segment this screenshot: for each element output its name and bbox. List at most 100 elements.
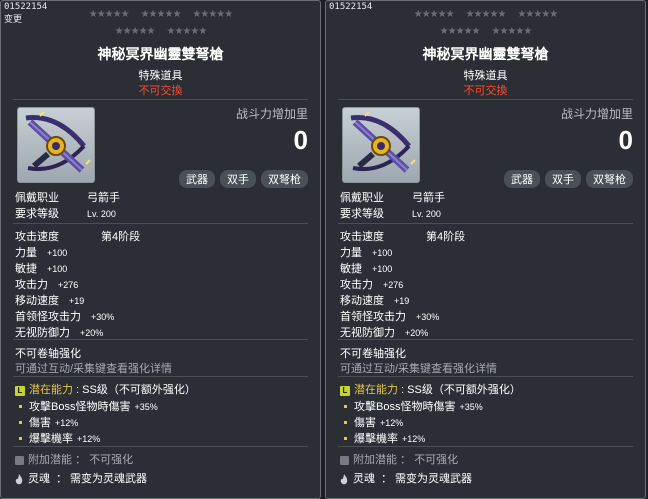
required-job-value: 弓箭手 (87, 192, 120, 204)
stat-label: 攻击力 (15, 279, 48, 291)
power-increase-label: 战斗力增加里 (560, 107, 633, 121)
item-name: 神秘冥界幽靈雙弩槍 (97, 46, 224, 62)
potential-grade: SS级（不可额外强化） (82, 384, 196, 396)
potential-bullet-icon (19, 420, 22, 424)
potential-line-value: +12% (55, 418, 79, 428)
divider (338, 99, 633, 100)
stat-value: +100 (47, 264, 68, 274)
stat-value: +20% (80, 328, 104, 338)
extra-potential-text: 附加潜能 ： 不可强化 (353, 454, 459, 466)
stat-value: +100 (372, 264, 393, 274)
stat-row: 攻击力 +276 (340, 276, 403, 292)
stat-value: +19 (69, 296, 85, 306)
stat-value: +100 (372, 248, 393, 258)
extra-potential: 附加潜能 ： 不可强化 (340, 451, 458, 467)
required-level-value: Lv. 200 (412, 209, 441, 219)
potential-line: 攻擊Boss怪物時傷害 +35% (15, 398, 158, 414)
category-tag: 双弩枪 (261, 170, 308, 188)
trade-status: 不可交換 (463, 85, 508, 97)
attack-speed: 攻击速度 第4阶段 (15, 228, 140, 244)
stat-value: +20% (405, 328, 429, 338)
star-group-icon: ★★★★★ (88, 9, 130, 20)
potential-grade: SS级（不可额外强化） (407, 384, 521, 396)
star-group-icon: ★★★★★ (166, 26, 208, 37)
item-tooltip-right: 01522154 ★★★★★ ★★★★★ ★★★★★ ★★★★★ ★★★★★ 神秘冥界幽靈雙… (325, 0, 646, 499)
divider (13, 339, 308, 340)
stat-row: 无视防御力 +20% (15, 324, 103, 340)
potential-L-icon: L (15, 386, 25, 396)
power-increase-value: 0 (293, 125, 308, 155)
stat-value: +276 (383, 280, 404, 290)
soul-label: 灵魂 (28, 473, 50, 485)
stat-value: +276 (58, 280, 79, 290)
required-job-value: 弓箭手 (412, 192, 445, 204)
category-tag: 武器 (179, 170, 215, 188)
attack-speed-value: 第4阶段 (101, 231, 141, 243)
upgrade-title: 不可卷轴强化 (15, 348, 81, 360)
potential-label: 潜在能力 (29, 384, 73, 396)
soul-value: ： 需变为灵魂武器 (56, 473, 148, 485)
category-tag: 武器 (504, 170, 540, 188)
divider (338, 376, 633, 377)
flame-icon (15, 473, 23, 485)
required-job-label: 佩戴职业 (15, 192, 59, 204)
attack-speed-label: 攻击速度 (15, 231, 59, 243)
trade-status: 不可交換 (138, 85, 183, 97)
potential-separator: : (398, 384, 408, 396)
star-force-row-2: ★★★★★ ★★★★★ (326, 26, 645, 37)
potential-bullet-icon (344, 420, 347, 424)
divider (13, 223, 308, 224)
stat-label: 首领怪攻击力 (15, 311, 81, 323)
stat-label: 敏捷 (15, 263, 37, 275)
potential-line-label: 傷害 (354, 417, 376, 429)
attack-speed-value: 第4阶段 (426, 231, 466, 243)
soul-value: ： 需变为灵魂武器 (381, 473, 473, 485)
required-level-label: 要求等级 (15, 208, 59, 220)
flame-icon (340, 473, 348, 485)
divider (338, 223, 633, 224)
stat-row: 力量 +100 (340, 244, 392, 260)
stat-label: 无视防御力 (340, 327, 395, 339)
potential-line-label: 爆擊機率 (29, 433, 73, 445)
potential-line-value: +12% (77, 434, 101, 444)
potential-label: 潜在能力 (354, 384, 398, 396)
category-tag: 双手 (545, 170, 581, 188)
stat-label: 力量 (15, 247, 37, 259)
potential-L-icon: L (340, 386, 350, 396)
power-increase-label: 战斗力增加里 (235, 107, 308, 121)
stat-row: 首领怪攻击力 +30% (340, 308, 439, 324)
required-job-label: 佩戴职业 (340, 192, 384, 204)
attack-speed: 攻击速度 第4阶段 (340, 228, 465, 244)
item-tooltip-left: 01522154 变更 ★★★★★ ★★★★★ ★★★★★ ★★★★★ ★★★★★ 神秘冥界幽… (0, 0, 321, 499)
potential-line-value: +35% (134, 402, 158, 412)
stat-row: 力量 +100 (15, 244, 67, 260)
potential-line-value: +12% (380, 418, 404, 428)
star-force-row-2: ★★★★★ ★★★★★ (1, 26, 320, 37)
star-group-icon: ★★★★★ (140, 9, 182, 20)
potential-bullet-icon (344, 436, 347, 440)
stat-value: +19 (394, 296, 410, 306)
soul-row: 灵魂 ： 需变为灵魂武器 (340, 470, 472, 486)
potential-bullet-icon (344, 404, 347, 408)
stat-row: 首领怪攻击力 +30% (15, 308, 114, 324)
soul-row: 灵魂 ： 需变为灵魂武器 (15, 470, 147, 486)
stat-label: 敏捷 (340, 263, 362, 275)
stat-row: 攻击力 +276 (15, 276, 78, 292)
star-force-row-1: ★★★★★ ★★★★★ ★★★★★ (1, 9, 320, 20)
potential-line-label: 攻擊Boss怪物時傷害 (354, 401, 456, 413)
stat-value: +100 (47, 248, 68, 258)
upgrade-hint: 可通过互动/采集键查看强化详情 (340, 363, 498, 375)
stat-row: 移动速度 +19 (340, 292, 409, 308)
item-type: 特殊道具 (463, 70, 508, 82)
required-level: 要求等级 Lv. 200 (340, 205, 441, 221)
required-job: 佩戴职业 弓箭手 (340, 189, 445, 205)
stat-row: 敏捷 +100 (15, 260, 67, 276)
potential-header: L 潜在能力 : SS级（不可额外强化） (340, 381, 521, 397)
star-group-icon: ★★★★★ (114, 26, 156, 37)
extra-potential-text: 附加潜能 ： 不可强化 (28, 454, 134, 466)
category-tag: 双手 (220, 170, 256, 188)
locked-square-icon (340, 455, 349, 465)
extra-potential: 附加潜能 ： 不可强化 (15, 451, 133, 467)
crossbow-icon (342, 107, 420, 183)
upgrade-hint: 可通过互动/采集键查看强化详情 (15, 363, 173, 375)
